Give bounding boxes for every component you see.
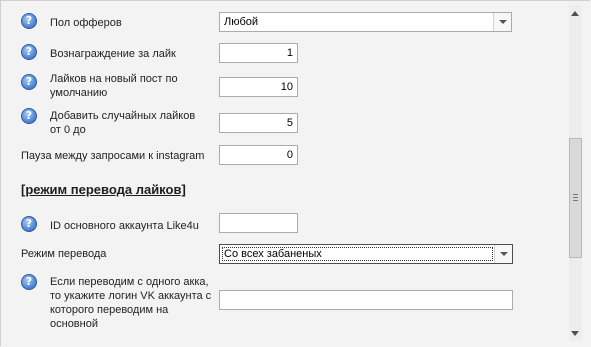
offer-gender-dropdown[interactable]: Любой [219,12,512,32]
random-likes-input[interactable]: 5 [219,113,298,133]
transfer-section-title: [режим перевода лайков] [21,182,186,197]
arrow-down-icon[interactable] [571,331,579,336]
help-question-icon[interactable]: ? [21,216,37,232]
vk-login-label: Если переводим с одного акка, то укажите… [50,276,212,330]
request-pause-input[interactable]: 0 [219,145,298,165]
main-account-id-input[interactable] [219,213,298,233]
vk-login-input[interactable] [219,290,513,310]
scrollbar-thumb[interactable] [569,138,582,258]
arrow-up-icon[interactable] [571,11,579,16]
transfer-mode-label: Режим перевода [21,248,107,260]
transfer-mode-value: Со всех забаненых [224,248,322,260]
help-question-icon[interactable]: ? [21,13,37,29]
offer-gender-value: Любой [224,16,259,28]
chevron-down-icon [500,252,508,256]
help-question-icon[interactable]: ? [21,74,37,90]
like-reward-input[interactable]: 1 [219,43,298,63]
vertical-scrollbar[interactable] [569,5,582,341]
offer-gender-label: Пол офферов [50,17,122,29]
grip-line [573,200,578,201]
default-likes-input[interactable]: 10 [219,77,298,97]
transfer-mode-dropdown[interactable]: Со всех забаненых [219,244,513,264]
main-account-id-label: ID основного аккаунта Like4u [50,220,199,232]
like-reward-label: Вознаграждение за лайк [50,48,176,60]
request-pause-label: Пауза между запросами к instagram [21,150,205,162]
chevron-down-icon [499,20,507,24]
random-likes-label: Добавить случайных лайков от 0 до [50,110,196,136]
grip-line [573,197,578,198]
help-question-icon[interactable]: ? [21,274,37,290]
grip-line [573,194,578,195]
settings-panel: ? Пол офферов Любой ? Вознаграждение за … [0,0,591,347]
help-question-icon[interactable]: ? [21,108,37,124]
dropdown-button[interactable] [494,245,512,263]
dropdown-button[interactable] [493,13,511,31]
default-likes-label: Лайков на новый пост по умолчанию [50,73,178,99]
help-question-icon[interactable]: ? [21,44,37,60]
